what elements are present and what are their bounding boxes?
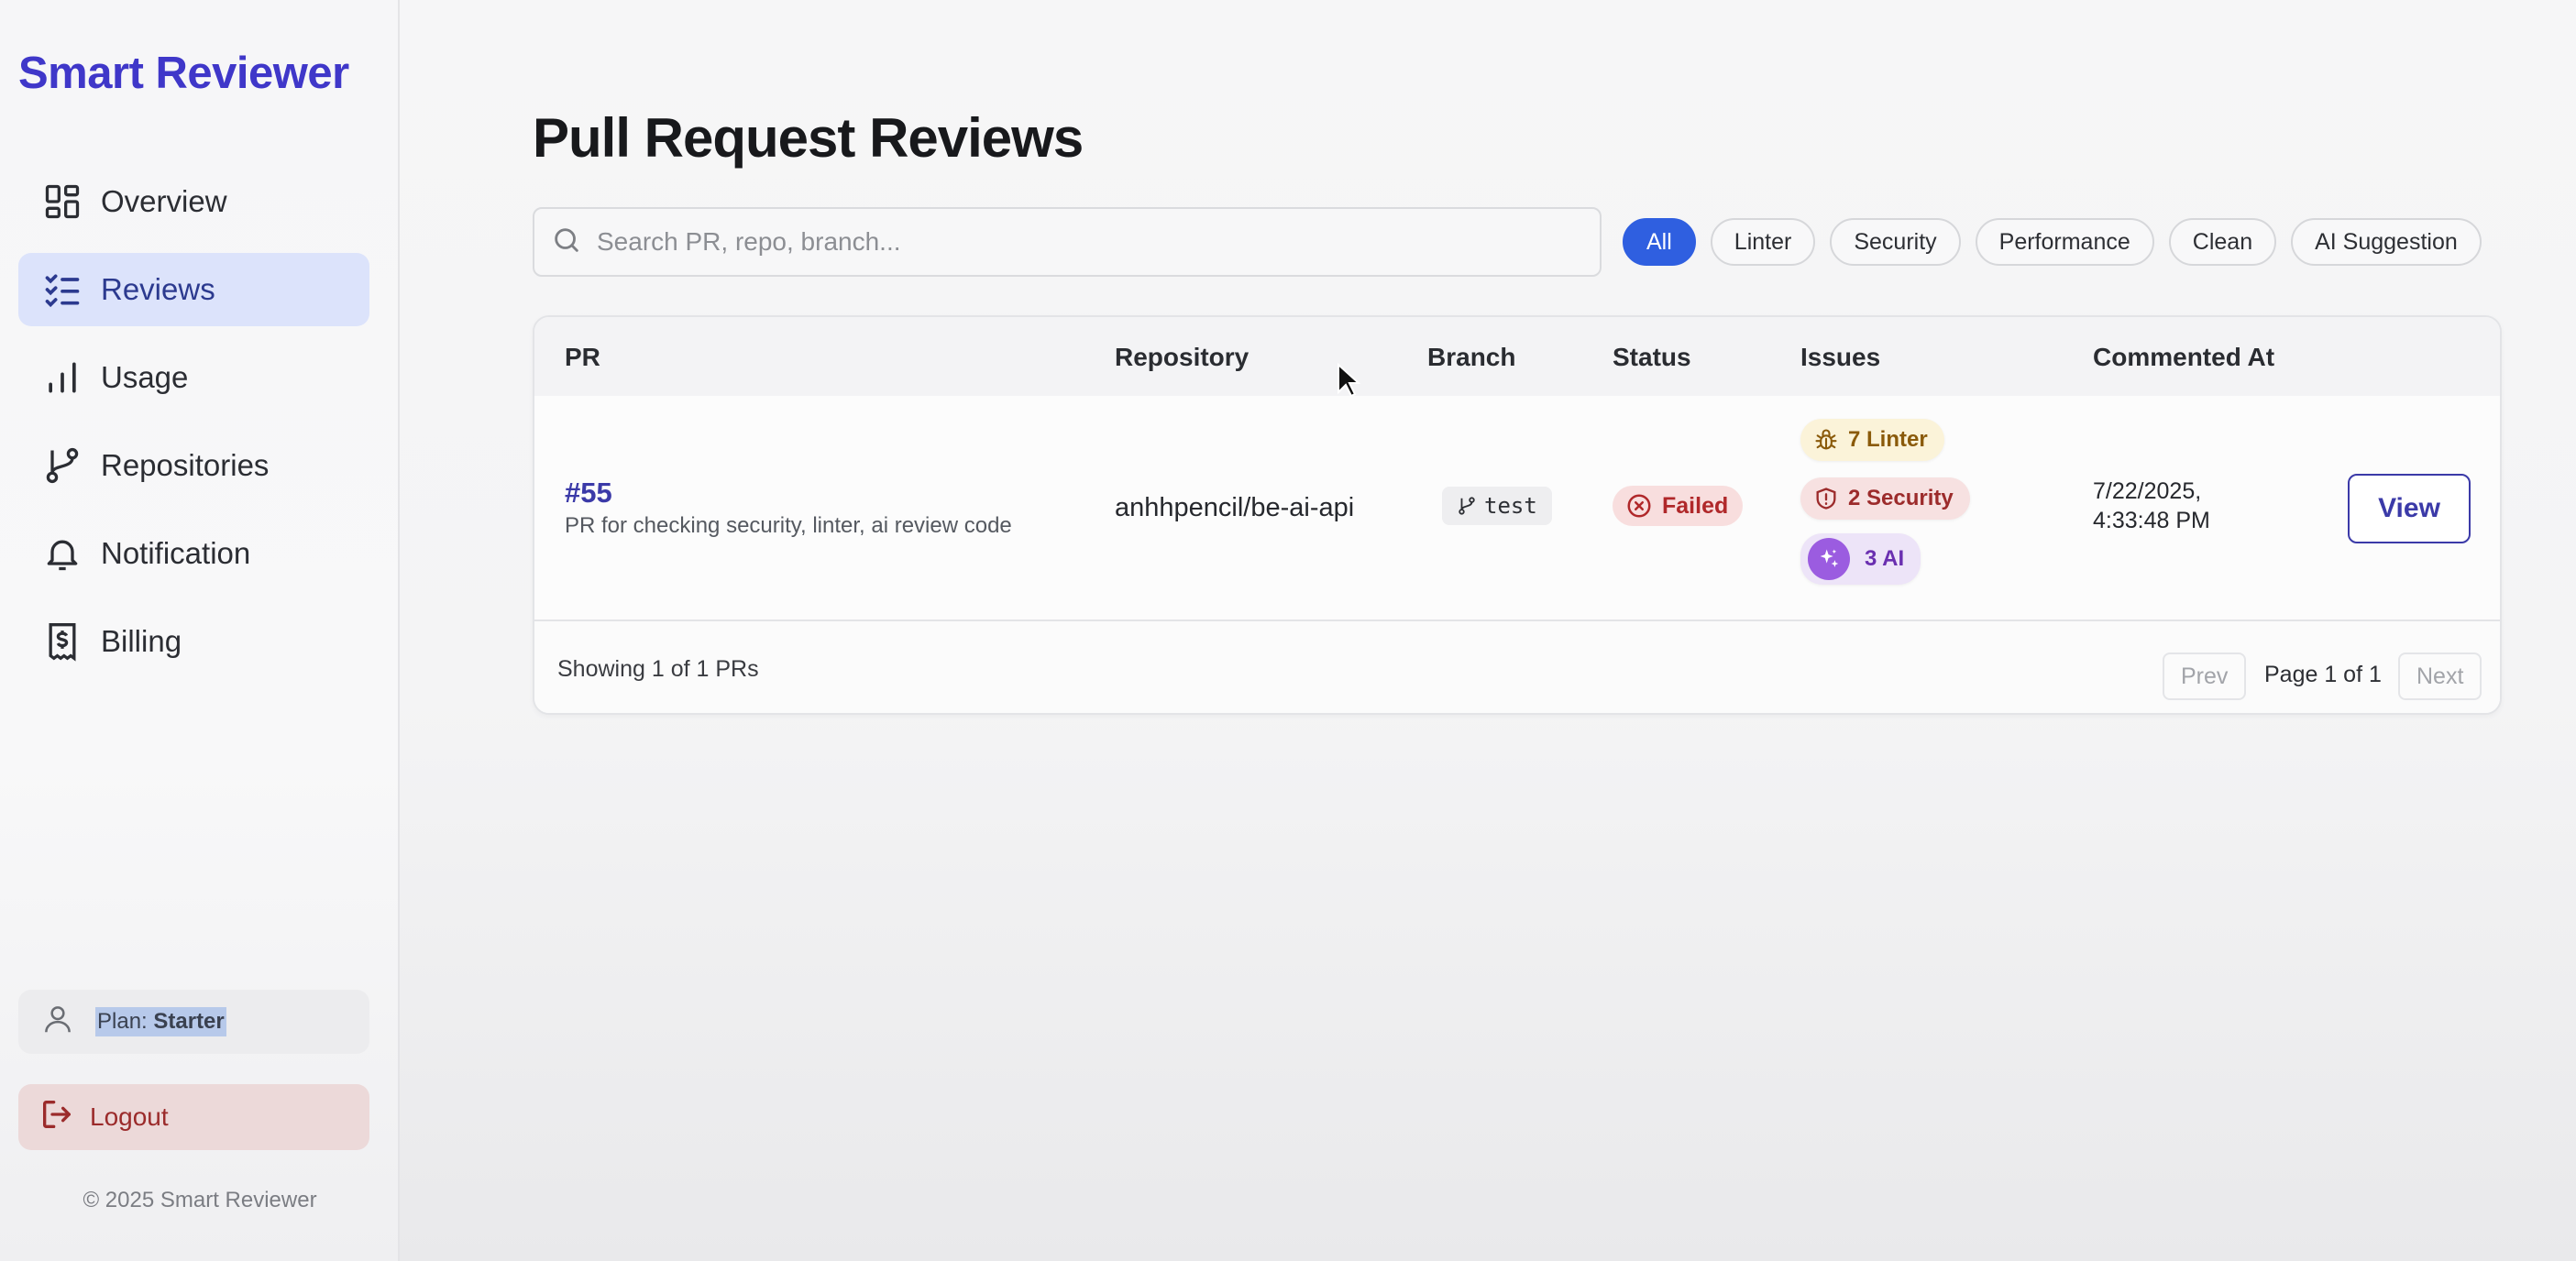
sidebar-item-notification[interactable]: Notification	[18, 517, 369, 590]
column-header-repository[interactable]: Repository	[1115, 343, 1249, 372]
search-input[interactable]	[597, 227, 1559, 257]
column-header-branch[interactable]: Branch	[1427, 343, 1515, 372]
repository-name: anhhpencil/be-ai-api	[1115, 493, 1355, 522]
sparkles-icon	[1808, 538, 1850, 580]
pr-title: PR for checking security, linter, ai rev…	[565, 513, 1012, 538]
filter-chip-performance[interactable]: Performance	[1975, 218, 2154, 266]
page-title: Pull Request Reviews	[533, 107, 1084, 169]
reviews-table-card: PR Repository Branch Status Issues Comme…	[533, 315, 2502, 715]
branch-badge: test	[1442, 487, 1552, 525]
pr-number-link[interactable]: #55	[565, 477, 1012, 510]
copyright-text: © 2025 Smart Reviewer	[83, 1188, 317, 1212]
status-cell: Failed	[1613, 486, 1744, 526]
search-icon	[551, 225, 582, 260]
column-header-pr[interactable]: PR	[565, 343, 600, 372]
plan-value: Starter	[153, 1009, 225, 1034]
sidebar-item-label: Repositories	[101, 448, 270, 482]
bell-icon	[42, 533, 83, 574]
sidebar-item-label: Reviews	[101, 272, 215, 306]
next-page-button[interactable]: Next	[2398, 652, 2482, 700]
git-branch-icon	[1459, 497, 1475, 515]
plan-label: Plan:	[97, 1009, 148, 1034]
sidebar-nav: Overview Reviews Usage Repositories Noti…	[18, 165, 369, 693]
logout-button[interactable]: Logout	[18, 1084, 369, 1150]
git-branch-icon	[42, 445, 83, 486]
x-circle-icon	[1627, 494, 1651, 518]
showing-count: Showing 1 of 1 PRs	[557, 656, 759, 682]
table-row: #55 PR for checking security, linter, ai…	[534, 396, 2500, 621]
sidebar-item-label: Overview	[101, 184, 227, 218]
sidebar-item-label: Billing	[101, 624, 182, 658]
sidebar-item-billing[interactable]: Billing	[18, 605, 369, 678]
issue-linter-label: 7 Linter	[1848, 427, 1928, 452]
filter-chip-all[interactable]: All	[1623, 218, 1696, 266]
filter-chips: All Linter Security Performance Clean AI…	[1623, 218, 2496, 266]
commented-at-date: 7/22/2025,	[2093, 478, 2202, 504]
sidebar: Smart Reviewer Overview Reviews Usage Re…	[0, 0, 400, 1261]
branch-name: test	[1484, 493, 1537, 519]
issue-ai-label: 3 AI	[1865, 546, 1905, 571]
issue-security-label: 2 Security	[1848, 486, 1954, 510]
grid-icon	[42, 181, 83, 222]
logout-icon	[39, 1096, 75, 1139]
plan-text: Plan: Starter	[95, 1007, 226, 1036]
sidebar-item-reviews[interactable]: Reviews	[18, 253, 369, 326]
commented-at-time: 4:33:48 PM	[2093, 508, 2210, 533]
column-header-issues[interactable]: Issues	[1800, 343, 1880, 372]
column-header-status[interactable]: Status	[1613, 343, 1691, 372]
pr-cell: #55 PR for checking security, linter, ai…	[565, 477, 1012, 539]
brand-logo[interactable]: Smart Reviewer	[18, 48, 349, 99]
prev-page-button[interactable]: Prev	[2163, 652, 2247, 700]
search-bar	[533, 207, 1602, 277]
table-header: PR Repository Branch Status Issues Comme…	[534, 317, 2500, 396]
sidebar-item-usage[interactable]: Usage	[18, 341, 369, 414]
branch-cell: test	[1442, 487, 1552, 525]
shield-alert-icon	[1816, 488, 1836, 510]
checklist-icon	[42, 269, 83, 310]
sidebar-item-label: Usage	[101, 360, 189, 394]
status-label: Failed	[1662, 492, 1729, 519]
commented-at: 7/22/2025, 4:33:48 PM	[2093, 477, 2210, 535]
user-icon	[40, 1002, 75, 1043]
table-footer: Showing 1 of 1 PRs Prev Page 1 of 1 Next	[534, 623, 2500, 713]
status-badge: Failed	[1613, 486, 1744, 526]
view-button[interactable]: View	[2348, 474, 2471, 543]
page-indicator: Page 1 of 1	[2264, 662, 2382, 687]
filter-chip-linter[interactable]: Linter	[1710, 218, 1816, 266]
sidebar-item-overview[interactable]: Overview	[18, 165, 369, 238]
mouse-cursor-icon	[1338, 363, 1360, 398]
issue-badge-linter[interactable]: 7 Linter	[1800, 419, 1944, 461]
column-header-commented-at[interactable]: Commented At	[2093, 343, 2274, 372]
issue-badge-ai[interactable]: 3 AI	[1800, 533, 1921, 585]
bug-icon	[1815, 429, 1837, 450]
filter-chip-ai-suggestion[interactable]: AI Suggestion	[2291, 218, 2482, 266]
receipt-dollar-icon	[42, 621, 83, 662]
logout-label: Logout	[90, 1102, 169, 1131]
sidebar-item-label: Notification	[101, 536, 251, 570]
bar-chart-icon	[42, 357, 83, 398]
sidebar-item-repositories[interactable]: Repositories	[18, 429, 369, 502]
issue-badge-security[interactable]: 2 Security	[1800, 477, 1970, 520]
plan-indicator: Plan: Starter	[18, 990, 369, 1054]
filter-chip-security[interactable]: Security	[1830, 218, 1961, 266]
filter-chip-clean[interactable]: Clean	[2168, 218, 2277, 266]
